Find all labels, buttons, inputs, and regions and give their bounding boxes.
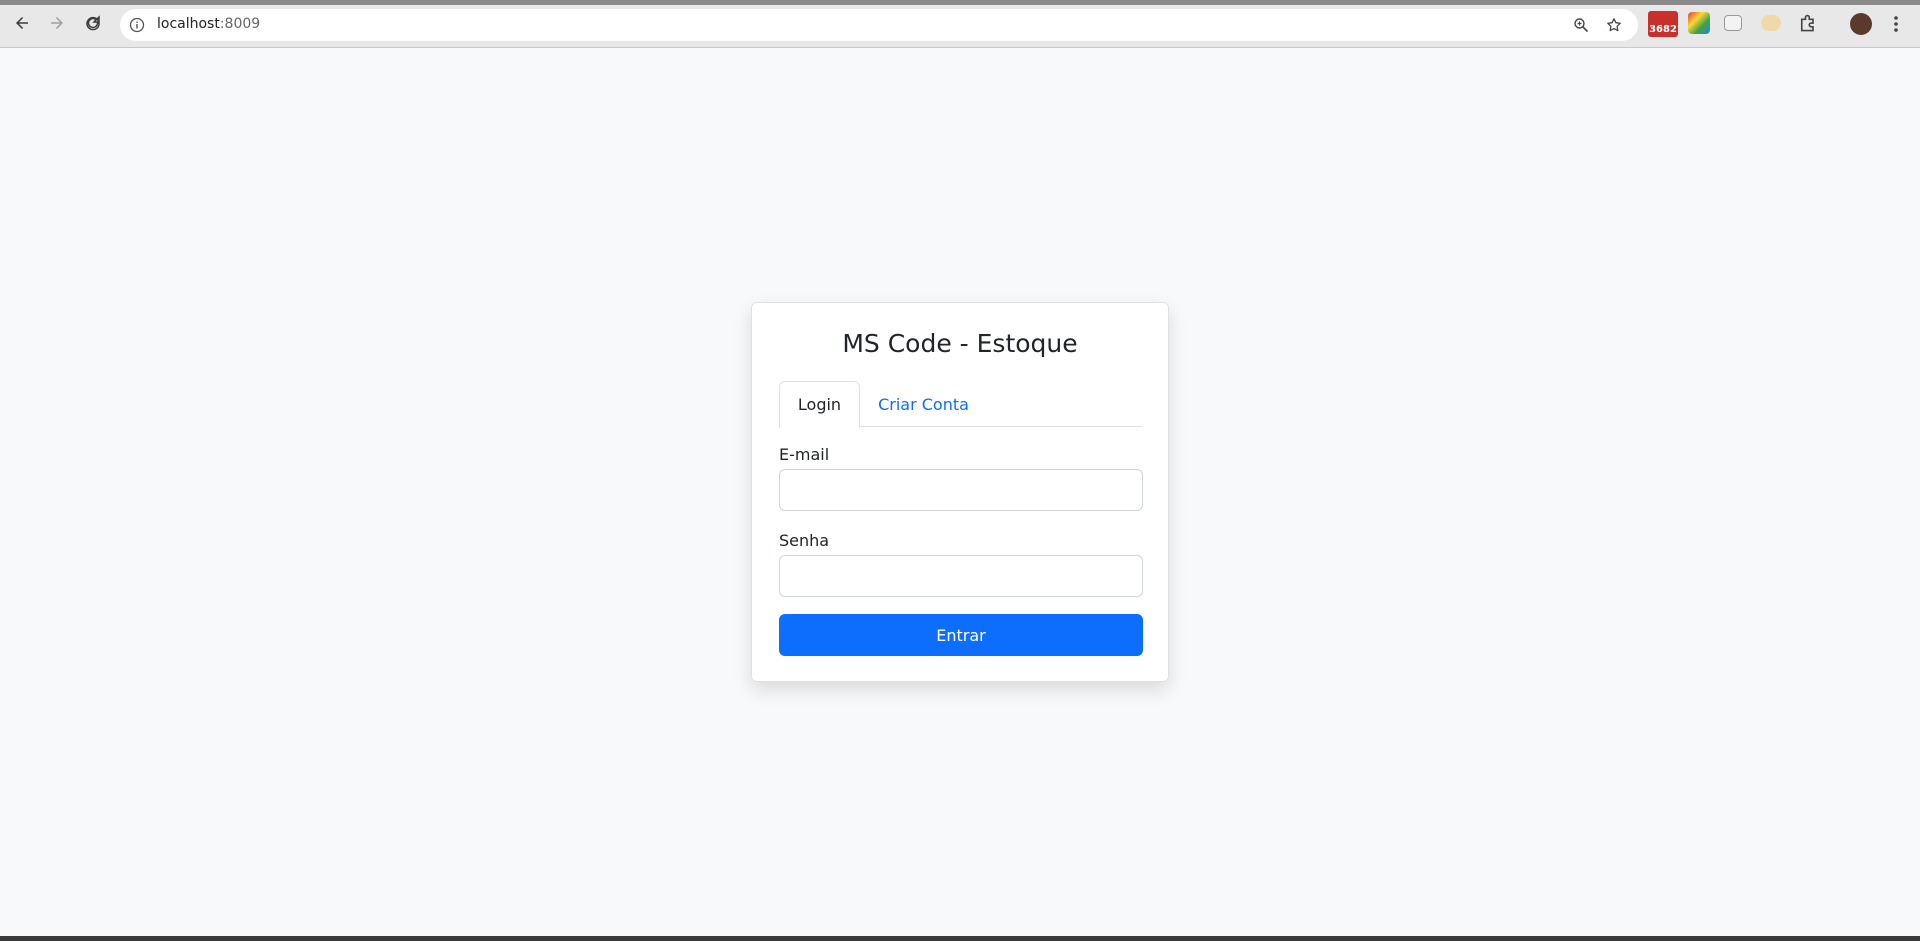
profile-avatar[interactable] — [1850, 13, 1872, 35]
extensions-puzzle-icon[interactable] — [1798, 13, 1818, 33]
password-label: Senha — [779, 531, 830, 550]
login-submit-button[interactable]: Entrar — [779, 614, 1143, 656]
url-port: :8009 — [219, 16, 261, 32]
address-bar[interactable]: localhost:8009 — [120, 9, 1638, 41]
password-field[interactable] — [779, 555, 1143, 597]
site-info-icon[interactable] — [129, 17, 145, 33]
browser-menu-icon[interactable] — [1889, 12, 1903, 36]
auth-tabs: Login Criar Conta — [779, 381, 1142, 428]
page-title: MS Code - Estoque — [842, 329, 1078, 358]
back-icon[interactable] — [10, 11, 34, 35]
color-picker-extension-icon[interactable] — [1688, 12, 1710, 34]
reload-icon[interactable] — [81, 11, 105, 35]
tab-login[interactable]: Login — [779, 381, 860, 428]
tab-strip-edge — [0, 0, 1920, 5]
taskbar-edge — [0, 936, 1920, 941]
extension-badge-icon[interactable]: 3682 — [1648, 11, 1678, 37]
bookmark-star-icon[interactable] — [1606, 17, 1622, 33]
tab-create-account[interactable]: Criar Conta — [860, 381, 987, 427]
email-label: E-mail — [779, 445, 830, 464]
url-text: localhost:8009 — [157, 16, 260, 32]
forward-icon[interactable] — [45, 11, 69, 35]
browser-toolbar: localhost:8009 3682 — [0, 0, 1920, 48]
extension-badge-count: 3682 — [1649, 24, 1677, 35]
login-card: MS Code - Estoque Login Criar Conta E-ma… — [751, 302, 1169, 682]
glasses-extension-icon[interactable] — [1761, 15, 1781, 31]
window-extension-icon[interactable] — [1724, 15, 1742, 31]
email-field[interactable] — [779, 469, 1143, 511]
url-host: localhost — [157, 16, 220, 32]
zoom-icon[interactable] — [1573, 17, 1589, 33]
